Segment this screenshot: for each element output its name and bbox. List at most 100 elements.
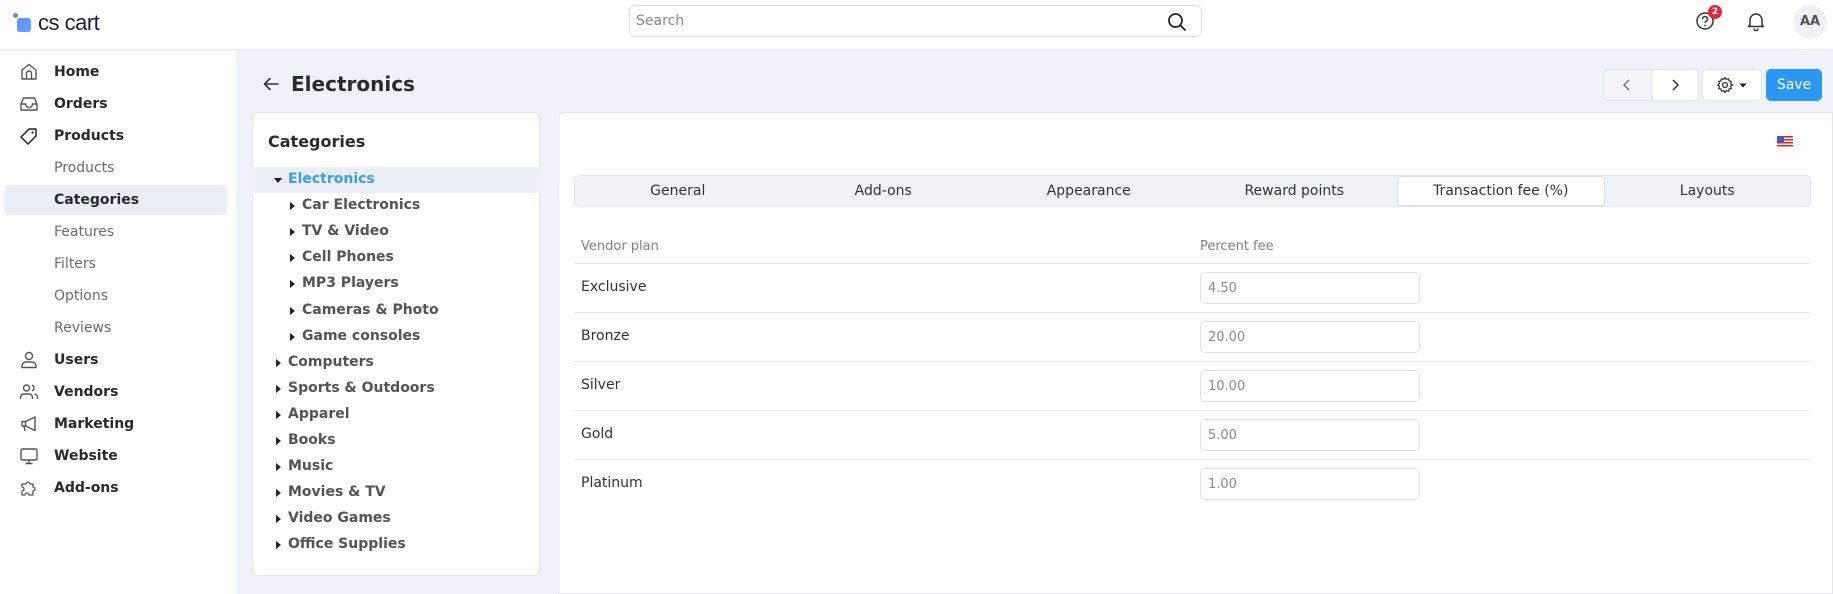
caret-right-icon[interactable] xyxy=(276,463,281,472)
sidebar-item-label: Categories xyxy=(54,192,140,208)
caret-down-icon[interactable] xyxy=(274,178,282,183)
category-label: Car Electronics xyxy=(302,197,421,214)
search-box xyxy=(629,5,1202,37)
avatar[interactable]: AA xyxy=(1793,5,1827,39)
category-tree-item[interactable]: Cameras & Photo xyxy=(254,298,538,324)
previous-button[interactable] xyxy=(1604,70,1652,100)
tab-reward-points[interactable]: Reward points xyxy=(1192,176,1398,206)
logo-text: cs cart xyxy=(38,10,100,35)
tab-general[interactable]: General xyxy=(575,176,781,206)
sidebar-subitem-options[interactable]: Options xyxy=(4,281,227,311)
category-label: Movies & TV xyxy=(288,484,386,501)
sidebar-subitem-reviews[interactable]: Reviews xyxy=(4,313,227,343)
sidebar-item-orders[interactable]: Orders xyxy=(4,89,227,119)
category-tree-item[interactable]: Electronics xyxy=(254,167,538,193)
vendor-plan-name: Exclusive xyxy=(581,279,647,295)
sidebar-item-label: Reviews xyxy=(54,320,112,336)
category-label: Electronics xyxy=(288,171,375,187)
top-bar: cs cart 2 AA xyxy=(0,0,1833,50)
next-button[interactable] xyxy=(1652,70,1699,100)
save-button[interactable]: Save xyxy=(1766,69,1822,101)
category-label: Game consoles xyxy=(302,327,421,344)
sidebar-item-label: Users xyxy=(54,352,99,368)
sidebar-subitem-features[interactable]: Features xyxy=(4,217,227,247)
tab-layouts[interactable]: Layouts xyxy=(1605,176,1811,206)
tab-appearance[interactable]: Appearance xyxy=(986,176,1192,206)
caret-right-icon[interactable] xyxy=(276,358,281,367)
category-label: Office Supplies xyxy=(288,536,406,553)
caret-right-icon[interactable] xyxy=(290,332,295,341)
tab-addons[interactable]: Add-ons xyxy=(781,176,987,206)
category-label: Sports & Outdoors xyxy=(288,379,435,396)
sidebar-item-label: Filters xyxy=(54,256,96,272)
caret-right-icon[interactable] xyxy=(276,489,281,498)
settings-dropdown-button[interactable] xyxy=(1702,69,1762,101)
percent-fee-input[interactable] xyxy=(1200,272,1420,304)
category-tree-item[interactable]: Office Supplies xyxy=(254,532,538,558)
sidebar-subitem-filters[interactable]: Filters xyxy=(4,249,227,279)
category-tree-item[interactable]: Game consoles xyxy=(254,324,538,350)
tab-transaction-fee[interactable]: Transaction fee (%) xyxy=(1397,176,1605,206)
caret-right-icon[interactable] xyxy=(290,254,295,263)
sidebar-item-label: Products xyxy=(54,128,125,144)
category-label: Computers xyxy=(288,353,374,370)
categories-title: Categories xyxy=(268,132,366,151)
notifications-button[interactable] xyxy=(1745,8,1771,34)
category-tree-item[interactable]: Music xyxy=(254,454,538,480)
category-tree-item[interactable]: TV & Video xyxy=(254,219,538,245)
sidebar-subitem-categories[interactable]: Categories xyxy=(4,185,227,215)
sidebar-item-vendors[interactable]: Vendors xyxy=(4,377,227,407)
sidebar-item-label: Orders xyxy=(54,96,108,112)
prev-next-group xyxy=(1603,69,1699,101)
category-tree-item[interactable]: Computers xyxy=(254,350,538,376)
sidebar-item-website[interactable]: Website xyxy=(4,441,227,471)
table-row: Silver xyxy=(574,362,1811,411)
caret-right-icon[interactable] xyxy=(276,410,281,419)
category-tree-item[interactable]: Books xyxy=(254,428,538,454)
vendor-plan-name: Gold xyxy=(581,426,614,442)
caret-right-icon[interactable] xyxy=(290,306,295,315)
percent-fee-input[interactable] xyxy=(1200,419,1420,451)
users-icon xyxy=(19,384,39,399)
categories-panel: Categories Electronics Car Electronics TV … xyxy=(252,112,540,576)
category-label: Music xyxy=(288,458,334,475)
caret-right-icon[interactable] xyxy=(290,202,295,211)
category-tree-item[interactable]: Apparel xyxy=(254,402,538,428)
category-tree-item[interactable]: Movies & TV xyxy=(254,480,538,506)
sidebar-item-marketing[interactable]: Marketing xyxy=(4,409,227,439)
category-tree-item[interactable]: Cell Phones xyxy=(254,245,538,271)
sidebar-item-products[interactable]: Products xyxy=(4,121,227,151)
caret-right-icon[interactable] xyxy=(290,228,295,237)
home-icon xyxy=(21,63,37,80)
caret-right-icon[interactable] xyxy=(276,515,281,524)
caret-right-icon[interactable] xyxy=(276,384,281,393)
search-input[interactable] xyxy=(630,6,1150,36)
megaphone-icon xyxy=(21,416,36,432)
gear-icon xyxy=(1716,76,1734,94)
us-flag-icon[interactable] xyxy=(1777,136,1793,147)
column-header-vendor-plan: Vendor plan xyxy=(581,239,659,254)
inbox-icon xyxy=(20,97,38,111)
sidebar-subitem-products[interactable]: Products xyxy=(4,153,227,183)
search-icon[interactable] xyxy=(1167,12,1187,36)
caret-right-icon[interactable] xyxy=(276,437,281,445)
caret-right-icon[interactable] xyxy=(276,541,281,550)
sidebar-item-home[interactable]: Home xyxy=(4,57,227,87)
back-arrow-icon[interactable] xyxy=(260,73,282,95)
percent-fee-input[interactable] xyxy=(1200,370,1420,402)
logo[interactable]: cs cart xyxy=(12,10,100,36)
sidebar-item-addons[interactable]: Add-ons xyxy=(4,473,227,503)
sidebar-item-users[interactable]: Users xyxy=(4,345,227,375)
help-button[interactable]: 2 xyxy=(1695,5,1722,34)
caret-right-icon[interactable] xyxy=(290,280,295,289)
column-header-percent-fee: Percent fee xyxy=(1200,239,1274,254)
category-label: Apparel xyxy=(288,405,350,422)
category-tree-item[interactable]: Sports & Outdoors xyxy=(254,376,538,402)
monitor-icon xyxy=(20,448,38,465)
percent-fee-input[interactable] xyxy=(1200,468,1420,500)
table-row: Bronze xyxy=(574,313,1811,362)
category-tree-item[interactable]: Car Electronics xyxy=(254,193,538,219)
percent-fee-input[interactable] xyxy=(1200,321,1420,353)
category-tree-item[interactable]: MP3 Players xyxy=(254,271,538,297)
category-tree-item[interactable]: Video Games xyxy=(254,506,538,532)
